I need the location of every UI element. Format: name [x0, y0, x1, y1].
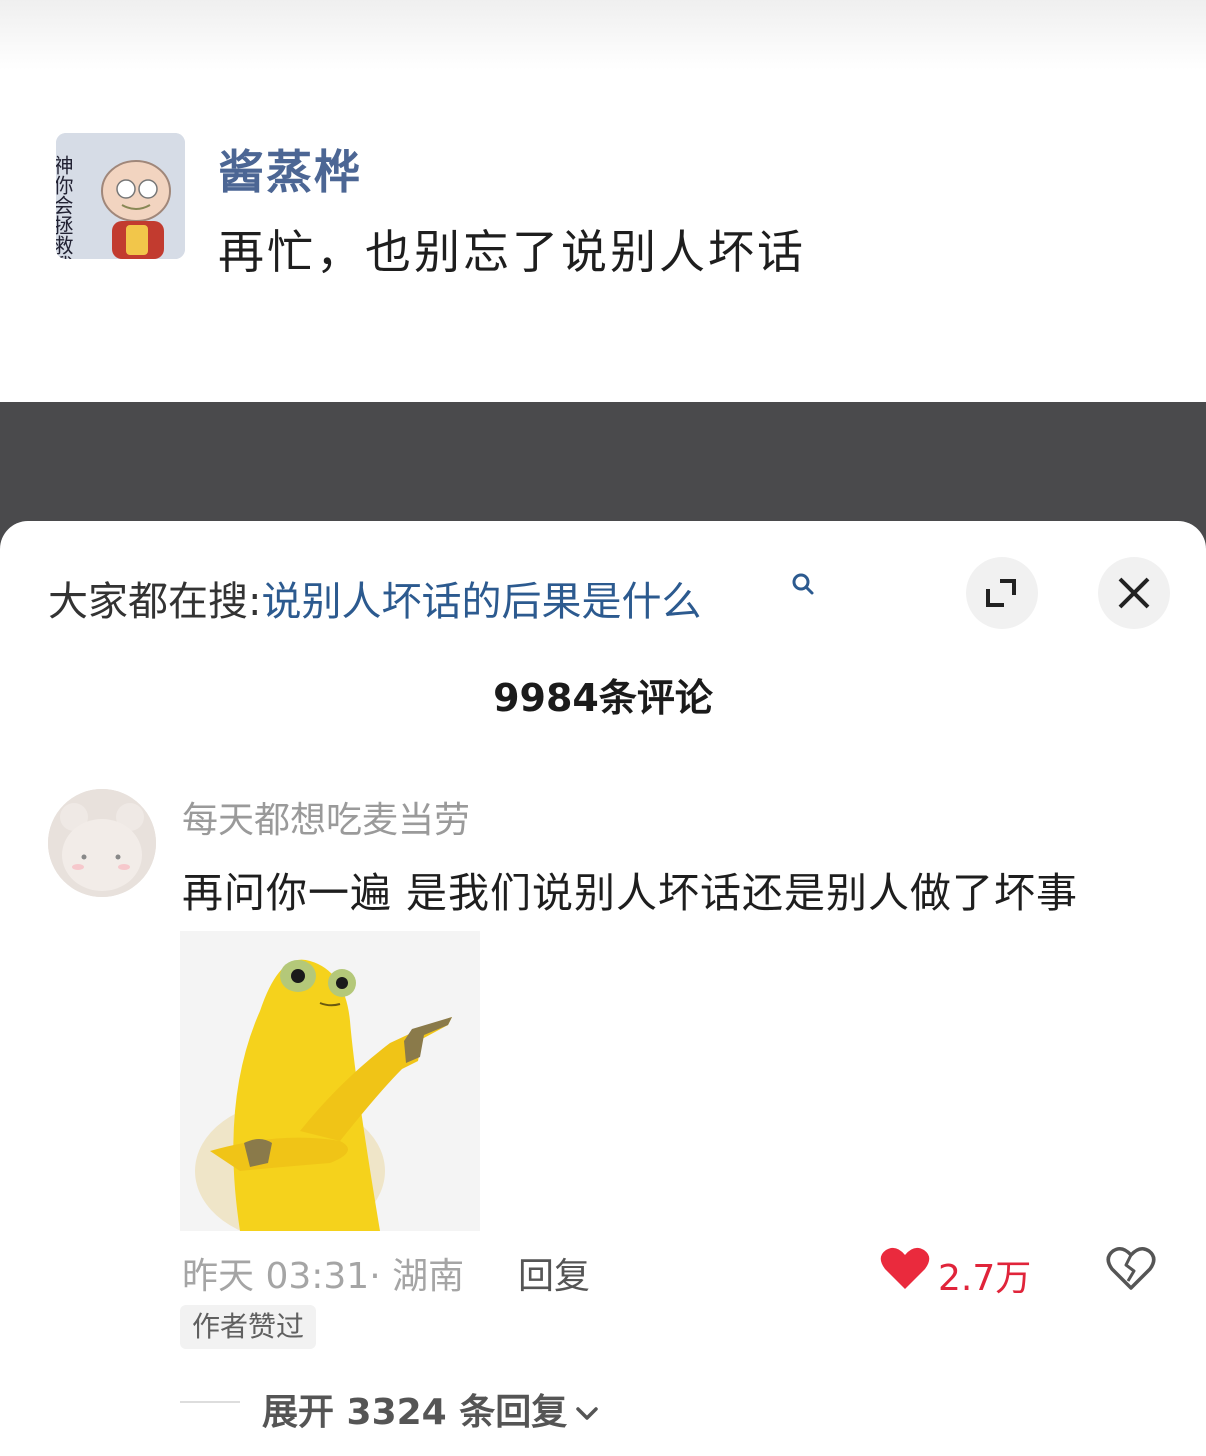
broken-heart-icon	[1106, 1247, 1156, 1290]
commenter-name[interactable]: 每天都想吃麦当劳	[182, 791, 470, 843]
hot-search-line[interactable]: 大家都在搜:说别人坏话的后果是什么	[48, 569, 701, 627]
close-button[interactable]	[1098, 557, 1170, 629]
comment-sheet: 大家都在搜:说别人坏话的后果是什么 9984条评论 每天都想吃麦当劳 再问你一遍	[0, 521, 1206, 1456]
chevron-down-icon	[576, 1407, 599, 1420]
author-liked-badge: 作者赞过	[180, 1305, 317, 1349]
search-query-link[interactable]: 说别人坏话的后果是什么	[261, 579, 701, 625]
like-count: 2.7万	[938, 1258, 1032, 1299]
cartoon-avatar-icon[interactable]: 神你会拯救我吗	[56, 133, 185, 259]
expand-replies-label: 展开 3324 条回复	[262, 1392, 568, 1433]
avatar-text: 神你会拯救我吗	[56, 155, 74, 259]
search-icon[interactable]	[790, 571, 816, 597]
dislike-button[interactable]	[1106, 1245, 1156, 1295]
comment-time-location: 昨天 03:31· 湖南	[182, 1256, 465, 1297]
like-button[interactable]: 2.7万	[880, 1245, 1031, 1299]
post-section: 神你会拯救我吗 酱蒸桦 再忙，也别忘了说别人坏话	[0, 0, 1206, 402]
post-author[interactable]: 酱蒸桦	[218, 136, 362, 202]
commenter-avatar[interactable]	[48, 789, 156, 897]
expand-replies-button[interactable]: 展开 3324 条回复	[262, 1383, 599, 1435]
reply-button[interactable]: 回复	[518, 1247, 590, 1299]
comment-text: 再问你一遍 是我们说别人坏话还是别人做了坏事	[182, 869, 1079, 917]
post-text: 再忙，也别忘了说别人坏话	[218, 225, 806, 279]
expand-divider	[180, 1401, 240, 1403]
search-prefix: 大家都在搜:	[48, 579, 262, 625]
comment-count-title: 9984条评论	[493, 676, 713, 720]
close-icon	[1118, 577, 1150, 609]
expand-icon	[986, 579, 1016, 607]
yellow-creature-pointing-sticker[interactable]	[180, 931, 480, 1231]
heart-filled-icon	[880, 1247, 930, 1289]
expand-button[interactable]	[966, 557, 1038, 629]
